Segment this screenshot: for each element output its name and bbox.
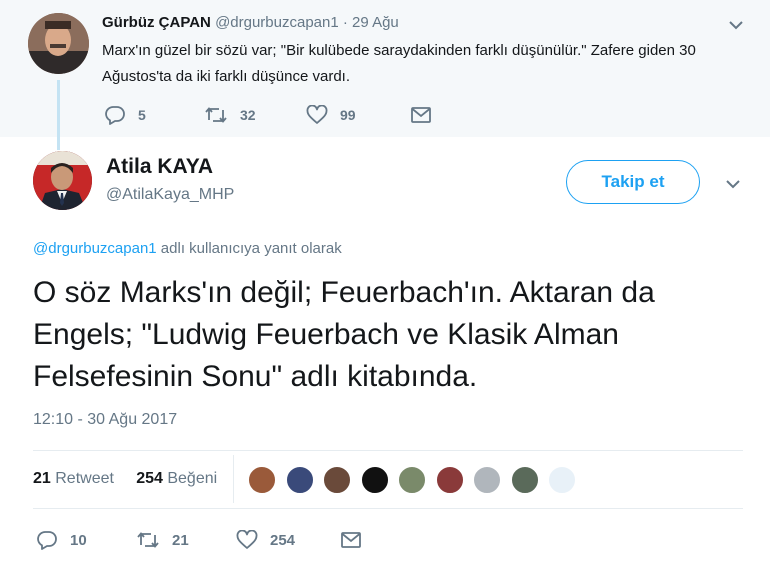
like-stat-label: Beğeni bbox=[167, 470, 218, 487]
parent-dot-separator: · bbox=[342, 14, 348, 31]
parent-author-name[interactable]: Gürbüz ÇAPAN bbox=[102, 14, 211, 31]
parent-tweet[interactable]: Gürbüz ÇAPAN @drgurbuzcapan1 · 29 Ağu Ma… bbox=[0, 0, 770, 137]
divider-bottom bbox=[33, 508, 743, 509]
heart-icon bbox=[306, 105, 328, 124]
main-avatar[interactable] bbox=[33, 151, 92, 210]
like-stat-count: 254 bbox=[136, 470, 163, 487]
main-tweet-timestamp[interactable]: 12:10 - 30 Ağu 2017 bbox=[33, 411, 177, 429]
parent-retweet-count: 32 bbox=[240, 107, 256, 123]
retweet-stat-count: 21 bbox=[33, 470, 51, 487]
reply-to-handle-link[interactable]: @drgurbuzcapan1 bbox=[33, 240, 157, 257]
retweet-icon bbox=[137, 532, 159, 548]
main-author-handle[interactable]: @AtilaKaya_MHP bbox=[106, 186, 234, 204]
liker-avatar[interactable] bbox=[323, 466, 351, 494]
liker-avatar[interactable] bbox=[285, 466, 314, 494]
conversation-thread-line bbox=[57, 80, 60, 150]
liker-avatar[interactable] bbox=[398, 466, 426, 494]
main-like-button[interactable]: 254 bbox=[236, 528, 295, 552]
stats-separator bbox=[233, 455, 234, 503]
reply-to-suffix: adlı kullanıcıya yanıt olarak bbox=[156, 240, 342, 257]
main-retweet-button[interactable]: 21 bbox=[136, 528, 189, 552]
divider-top bbox=[33, 450, 743, 451]
liker-avatar[interactable] bbox=[548, 466, 576, 494]
engagement-stats: 21 Retweet 254 Beğeni bbox=[33, 470, 217, 488]
reply-context: @drgurbuzcapan1 adlı kullanıcıya yanıt o… bbox=[33, 240, 342, 257]
heart-icon bbox=[236, 530, 258, 549]
parent-like-count: 99 bbox=[340, 107, 356, 123]
parent-reply-count: 5 bbox=[138, 107, 146, 123]
parent-chevron-down-icon[interactable] bbox=[728, 19, 744, 31]
liker-avatar[interactable] bbox=[473, 466, 501, 494]
reply-icon bbox=[105, 106, 125, 125]
liker-avatar[interactable] bbox=[510, 466, 539, 494]
parent-like-button[interactable]: 99 bbox=[306, 103, 356, 127]
liker-avatar[interactable] bbox=[248, 466, 276, 494]
main-author-name[interactable]: Atila KAYA bbox=[106, 155, 213, 179]
liker-avatar[interactable] bbox=[360, 466, 389, 494]
main-retweet-count: 21 bbox=[172, 531, 189, 549]
follow-button[interactable]: Takip et bbox=[566, 160, 700, 204]
parent-reply-button[interactable]: 5 bbox=[104, 103, 146, 127]
envelope-icon bbox=[341, 532, 361, 548]
main-dm-button[interactable] bbox=[340, 528, 362, 552]
parent-author-handle[interactable]: @drgurbuzcapan1 bbox=[215, 14, 339, 31]
envelope-icon bbox=[411, 107, 431, 123]
parent-retweet-button[interactable]: 32 bbox=[204, 103, 256, 127]
liker-avatar[interactable] bbox=[435, 466, 464, 494]
retweet-icon bbox=[205, 107, 227, 123]
parent-date[interactable]: 29 Ağu bbox=[352, 14, 399, 31]
parent-dm-button[interactable] bbox=[410, 103, 432, 127]
main-chevron-down-icon[interactable] bbox=[725, 178, 741, 190]
main-like-count: 254 bbox=[270, 531, 296, 549]
main-tweet-text: O söz Marks'ın değil; Feuerbach'ın. Akta… bbox=[33, 276, 655, 393]
main-reply-button[interactable]: 10 bbox=[36, 528, 87, 552]
main-reply-count: 10 bbox=[70, 531, 87, 549]
retweet-stat-label: Retweet bbox=[55, 470, 114, 487]
retweet-stat[interactable]: 21 Retweet bbox=[33, 470, 114, 487]
like-stat[interactable]: 254 Beğeni bbox=[136, 470, 217, 487]
parent-tweet-text: Marx'ın güzel bir sözü var; "Bir kulübed… bbox=[102, 42, 696, 85]
parent-avatar[interactable] bbox=[28, 13, 89, 74]
reply-icon bbox=[37, 531, 57, 550]
